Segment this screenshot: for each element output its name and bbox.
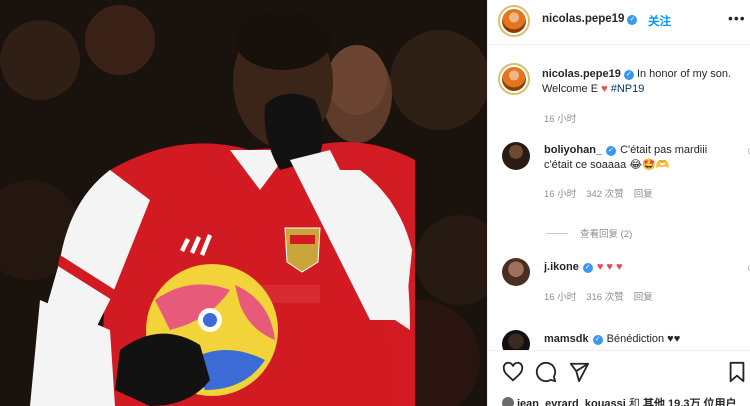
comment-username[interactable]: mamsdk <box>544 333 589 345</box>
comment: mamsdk ✓ Bénédiction ♥♥ <box>544 332 734 347</box>
comment-likes[interactable]: 316 次赞 <box>586 292 624 303</box>
author-avatar[interactable] <box>498 5 530 37</box>
heart-emoji-icon: ♥ ♥ ♥ <box>596 261 623 273</box>
comment: boliyohan_ ✓ C'était pas mardiii c'était c… <box>544 143 734 173</box>
caption-username[interactable]: nicolas.pepe19 <box>542 68 621 80</box>
reply-button[interactable]: 回复 <box>634 292 653 303</box>
verified-icon: ✓ <box>623 70 634 80</box>
comment-avatar[interactable] <box>502 258 530 286</box>
verified-icon: ✓ <box>582 263 593 273</box>
more-icon[interactable]: ••• <box>728 10 746 26</box>
liker-username[interactable]: jean_evrard_kouassi <box>517 398 626 406</box>
follow-button[interactable]: 关注 <box>648 13 671 29</box>
bookmark-icon[interactable] <box>726 361 748 383</box>
author-username[interactable]: nicolas.pepe19 ✓ <box>542 13 638 25</box>
comment-meta: 16 小时 342 次赞 回复 <box>544 189 653 200</box>
caption-hashtag[interactable]: #NP19 <box>611 83 645 95</box>
comment-meta: 16 小时 316 次赞 回复 <box>544 292 653 303</box>
post-photo[interactable] <box>0 0 487 406</box>
heart-icon[interactable] <box>502 361 524 383</box>
likes-summary: jean_evrard_kouassi 和 其他 19.3万 位用户 <box>502 395 737 406</box>
caption-avatar[interactable] <box>498 63 530 95</box>
comment-username[interactable]: boliyohan_ <box>544 144 602 156</box>
reply-button[interactable]: 回复 <box>634 189 653 200</box>
comment-icon[interactable] <box>535 361 557 383</box>
liker-avatar <box>502 397 514 406</box>
divider <box>546 233 568 234</box>
verified-icon: ✓ <box>627 15 638 25</box>
post-side-panel: nicolas.pepe19 ✓ 关注 ••• nicolas.pepe19 ✓ I… <box>487 0 750 406</box>
comment-likes[interactable]: 342 次赞 <box>586 189 624 200</box>
comment-text: Bénédiction ♥♥ <box>606 333 681 345</box>
verified-icon: ✓ <box>592 335 603 345</box>
verified-icon: ✓ <box>606 146 617 156</box>
post-header: nicolas.pepe19 ✓ 关注 ••• <box>488 0 750 45</box>
post-image <box>0 0 487 406</box>
share-icon[interactable] <box>568 361 590 383</box>
caption: nicolas.pepe19 ✓ In honor of my son. Welc… <box>542 67 747 97</box>
comment-username[interactable]: j.ikone <box>544 261 579 273</box>
likes-count[interactable]: 其他 19.3万 位用户 <box>643 398 737 406</box>
caption-meta: 16 小时 <box>544 114 577 125</box>
comment: j.ikone ✓ ♥ ♥ ♥ <box>544 260 734 275</box>
view-replies-button[interactable]: 查看回复 (2) <box>546 226 632 240</box>
comment-avatar[interactable] <box>502 142 530 170</box>
post-actions-bar: jean_evrard_kouassi 和 其他 19.3万 位用户 <box>488 350 750 406</box>
heart-emoji-icon: ♥ <box>601 83 608 95</box>
